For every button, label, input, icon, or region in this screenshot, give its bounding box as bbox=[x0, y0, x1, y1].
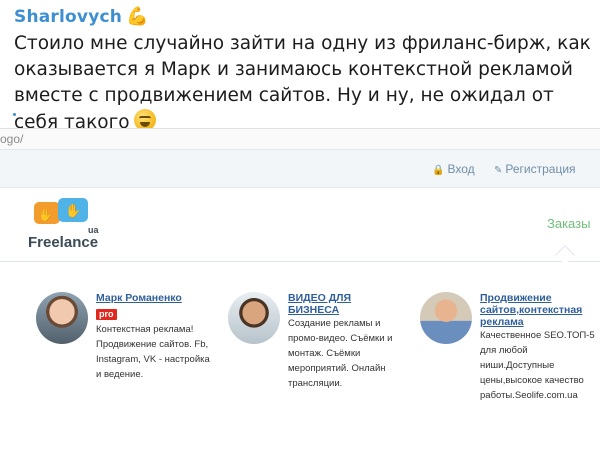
site-header: ✋ ✋ Freelance ua Заказы bbox=[0, 188, 600, 265]
pencil-icon: ✎ bbox=[494, 165, 503, 176]
freelance-logo[interactable]: ✋ ✋ Freelance ua bbox=[28, 194, 108, 258]
login-link[interactable]: 🔒 Вход bbox=[432, 162, 475, 176]
freelancer-info: Марк Романенко pro Контекстная реклама! … bbox=[96, 292, 212, 382]
post-text-body: Стоило мне случайно зайти на одну из фри… bbox=[14, 33, 591, 133]
post-text: Стоило мне случайно зайти на одну из фри… bbox=[14, 31, 594, 136]
logo-region-text: ua bbox=[88, 225, 99, 235]
avatar[interactable] bbox=[420, 292, 472, 344]
freelancer-name[interactable]: ВИДЕО ДЛЯ БИЗНЕСА bbox=[288, 292, 404, 316]
handshake-icon-2: ✋ bbox=[65, 203, 82, 218]
avatar[interactable] bbox=[228, 292, 280, 344]
freelancer-name[interactable]: Марк Романенко bbox=[96, 292, 212, 304]
site-topbar: 🔒 Вход ✎ Регистрация bbox=[0, 150, 600, 188]
register-link[interactable]: ✎ Регистрация bbox=[494, 162, 576, 176]
link-dot bbox=[13, 113, 16, 116]
url-bar: ogo/ bbox=[0, 128, 600, 150]
telegram-post: Sharlovych 💪 Стоило мне случайно зайти на… bbox=[0, 0, 600, 133]
site-screenshot: ogo/ 🔒 Вход ✎ Регистрация ✋ ✋ Freelance ua… bbox=[0, 128, 600, 458]
freelancer-name[interactable]: Продвижение сайтов,контекстная реклама bbox=[480, 292, 596, 328]
pro-badge: pro bbox=[96, 309, 117, 320]
lock-icon: 🔒 bbox=[432, 165, 445, 176]
freelancer-info: ВИДЕО ДЛЯ БИЗНЕСА Создание рекламы и про… bbox=[288, 292, 404, 391]
freelancer-list: Марк Романенко pro Контекстная реклама! … bbox=[0, 262, 600, 458]
register-label: Регистрация bbox=[505, 162, 576, 176]
freelancer-info: Продвижение сайтов,контекстная реклама К… bbox=[480, 292, 596, 403]
post-author[interactable]: Sharlovych 💪 bbox=[14, 6, 149, 27]
flexed-biceps-icon: 💪 bbox=[126, 6, 149, 27]
freelancer-description: Создание рекламы и промо-видео. Съёмки и… bbox=[288, 318, 393, 389]
handshake-icon: ✋ bbox=[38, 208, 53, 222]
avatar[interactable] bbox=[36, 292, 88, 344]
freelancer-description: Качественное SEO.ТОП-5 для любой ниши.До… bbox=[480, 330, 595, 401]
nav-orders[interactable]: Заказы bbox=[547, 216, 590, 231]
post-author-name[interactable]: Sharlovych bbox=[14, 7, 122, 27]
logo-brand-text: Freelance bbox=[28, 234, 99, 251]
freelancer-description: Контекстная реклама! Продвижение сайтов.… bbox=[96, 324, 210, 380]
url-text: ogo/ bbox=[0, 132, 24, 146]
login-label: Вход bbox=[447, 162, 475, 176]
